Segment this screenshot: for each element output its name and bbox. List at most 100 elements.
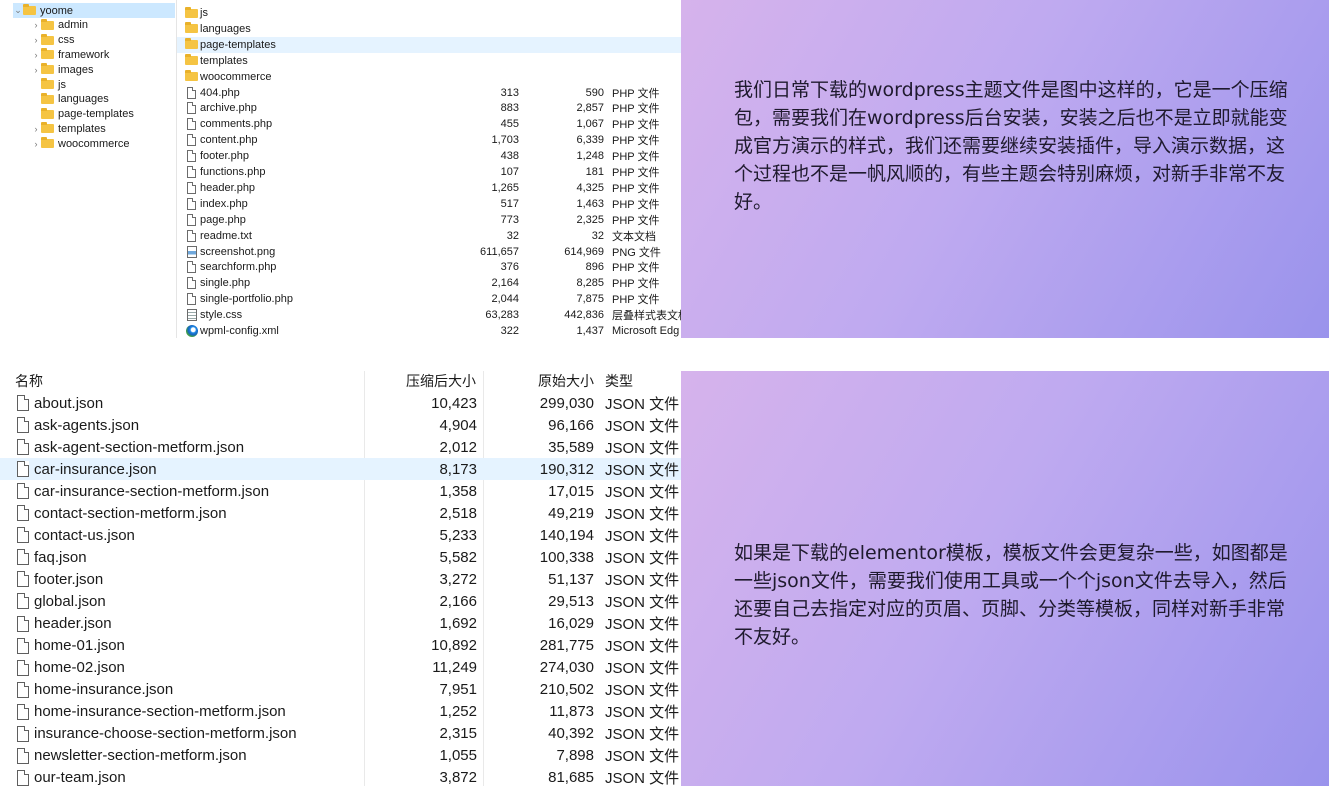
file-row[interactable]: header.php 1,265 4,325 PHP 文件 [177,180,681,196]
file-row[interactable]: readme.txt 32 32 文本文档 [177,228,681,244]
tree-item-page-templates[interactable]: page-templates [31,107,134,122]
file-row[interactable]: footer.json 3,272 51,137 JSON 文件 [0,568,681,590]
tree-item-yoome[interactable]: ⌄ yoome [13,3,175,18]
tree-item-label: page-templates [58,108,134,121]
file-row[interactable]: templates [177,53,681,69]
folder-icon [185,6,198,20]
column-header-name[interactable]: 名称 [15,371,43,391]
file-type: JSON 文件 [605,549,680,567]
file-icon [17,395,29,411]
file-row[interactable]: footer.php 438 1,248 PHP 文件 [177,148,681,164]
file-row[interactable]: home-01.json 10,892 281,775 JSON 文件 [0,635,681,657]
file-row[interactable]: home-02.json 11,249 274,030 JSON 文件 [0,657,681,679]
chevron-right-icon[interactable]: › [31,139,41,149]
tree-item-framework[interactable]: › framework [31,47,109,62]
file-row[interactable]: style.css 63,283 442,836 层叠样式表文档 [177,307,681,323]
file-name: header.json [34,615,112,632]
file-row[interactable]: content.php 1,703 6,339 PHP 文件 [177,132,681,148]
tree-item-label: images [58,63,94,76]
file-row[interactable]: ask-agent-section-metform.json 2,012 35,58… [0,436,681,458]
tree-item-admin[interactable]: › admin [31,18,88,33]
original-size: 32 [591,229,604,242]
file-row[interactable]: wpml-config.xml 322 1,437 Microsoft Edg [177,323,681,338]
compressed-size: 11,249 [432,659,477,677]
original-size: 96,166 [548,416,594,434]
file-icon [17,461,29,478]
tree-item-js[interactable]: js [31,77,66,92]
compressed-size: 2,164 [491,277,519,290]
file-row[interactable]: newsletter-section-metform.json 1,055 7,89… [0,745,681,767]
file-row[interactable]: header.json 1,692 16,029 JSON 文件 [0,613,681,635]
folder-icon [185,38,198,51]
folder-icon [41,122,54,134]
file-icon [185,293,198,306]
chevron-right-icon[interactable]: › [31,35,41,45]
chevron-right-icon[interactable]: › [31,124,41,134]
file-row[interactable]: insurance-choose-section-metform.json 2,3… [0,723,681,745]
compressed-size: 2,315 [439,725,477,743]
file-icon [17,681,29,698]
file-row[interactable]: comments.php 455 1,067 PHP 文件 [177,116,681,132]
file-row[interactable]: our-team.json 3,872 81,685 JSON 文件 [0,767,681,786]
file-row[interactable]: contact-us.json 5,233 140,194 JSON 文件 [0,524,681,546]
original-size: 6,339 [576,134,604,147]
file-icon [17,725,29,742]
chevron-right-icon[interactable]: › [31,50,41,60]
file-row[interactable]: about.json 10,423 299,030 JSON 文件 [0,392,681,414]
file-row[interactable]: home-insurance.json 7,951 210,502 JSON 文件 [0,679,681,701]
file-row[interactable]: global.json 2,166 29,513 JSON 文件 [0,590,681,612]
file-type: JSON 文件 [605,638,680,656]
file-type: PHP 文件 [612,151,660,164]
file-type: JSON 文件 [605,726,680,744]
file-row[interactable]: home-insurance-section-metform.json 1,252… [0,701,681,723]
file-row[interactable]: page.php 773 2,325 PHP 文件 [177,212,681,228]
compressed-size: 883 [500,102,519,115]
compressed-size: 1,055 [439,747,477,765]
original-size: 299,030 [539,394,594,412]
file-name: car-insurance.json [34,460,157,478]
file-name: contact-us.json [34,526,135,544]
file-row[interactable]: searchform.php 376 896 PHP 文件 [177,259,681,275]
column-header-compressed-size[interactable]: 压缩后大小 [406,371,476,391]
folder-icon [41,137,54,149]
file-type: PHP 文件 [612,278,660,291]
top-description-text: 我们日常下载的wordpress主题文件是图中这样的，它是一个压缩包，需要我们在… [734,79,1288,213]
tree-item-languages[interactable]: languages [31,92,109,107]
file-row[interactable]: languages [177,21,681,37]
chevron-down-icon[interactable]: ⌄ [13,5,23,16]
file-name: home-01.json [34,637,125,655]
tree-item-images[interactable]: › images [31,62,93,77]
file-row[interactable]: page-templates [177,36,681,53]
compressed-size: 1,265 [491,181,519,194]
file-name: js [200,7,208,19]
original-size: 1,463 [576,197,604,210]
file-row[interactable]: 404.php 313 590 PHP 文件 [177,85,681,101]
tree-item-woocommerce[interactable]: › woocommerce [31,136,130,151]
file-row[interactable]: woocommerce [177,69,681,85]
tree-item-css[interactable]: › css [31,33,75,48]
file-row[interactable]: single.php 2,164 8,285 PHP 文件 [177,275,681,291]
file-row[interactable]: faq.json 5,582 100,338 JSON 文件 [0,546,681,568]
column-header-original-size[interactable]: 原始大小 [538,371,594,391]
column-header-type[interactable]: 类型 [605,371,633,391]
file-row[interactable]: js [177,5,681,21]
file-type: JSON 文件 [605,439,680,457]
chevron-right-icon[interactable]: › [31,20,41,30]
chevron-right-icon[interactable]: › [31,65,41,75]
tree-item-templates[interactable]: › templates [31,121,106,136]
file-row[interactable]: single-portfolio.php 2,044 7,875 PHP 文件 [177,291,681,307]
compressed-size: 3,272 [439,570,477,588]
file-row[interactable]: functions.php 107 181 PHP 文件 [177,164,681,180]
file-row[interactable]: archive.php 883 2,857 PHP 文件 [177,100,681,116]
file-row[interactable]: screenshot.png 611,657 614,969 PNG 文件 [177,244,681,260]
stylesheet-file-icon [185,309,198,322]
file-row[interactable]: index.php 517 1,463 PHP 文件 [177,196,681,212]
file-name: readme.txt [200,229,252,242]
file-type: JSON 文件 [605,770,680,786]
file-row[interactable]: contact-section-metform.json 2,518 49,219 J… [0,502,681,524]
file-row[interactable]: car-insurance.json 8,173 190,312 JSON 文件 [0,458,681,481]
file-row[interactable]: ask-agents.json 4,904 96,166 JSON 文件 [0,414,681,436]
file-row[interactable]: car-insurance-section-metform.json 1,358 1… [0,480,681,502]
file-type: JSON 文件 [605,417,680,435]
compressed-size: 2,518 [439,504,477,522]
